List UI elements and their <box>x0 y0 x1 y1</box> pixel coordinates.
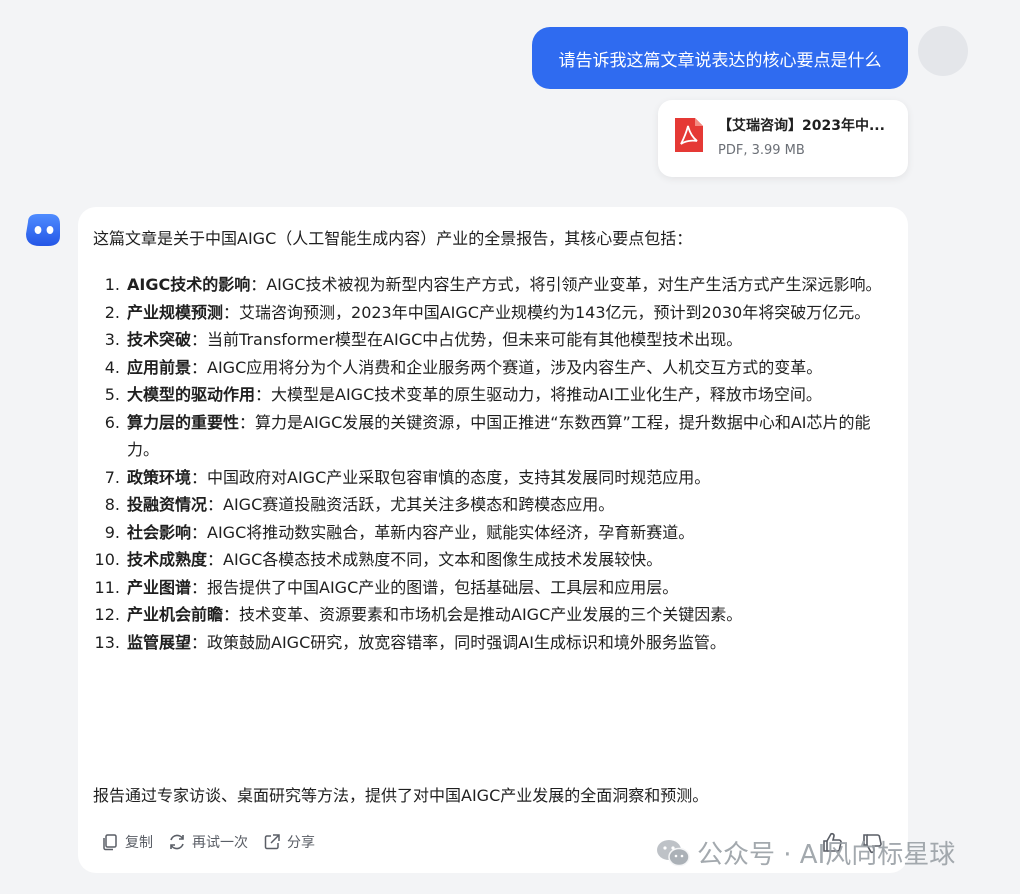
list-item-text: ：中国政府对AIGC产业采取包容审慎的态度，支持其发展同时规范应用。 <box>191 467 711 487</box>
attachment-file-name: 【艾瑞咨询】2023年中... <box>718 118 885 134</box>
answer-list-item: 3. 技术突破：当前Transformer模型在AIGC中占优势，但未来可能有其他… <box>92 326 892 354</box>
answer-list-item: 10. 技术成熟度：AIGC各模态技术成熟度不同，文本和图像生成技术发展较快。 <box>92 546 892 574</box>
list-item-text: ：AIGC技术被视为新型内容生产方式，将引领产业变革，对生产生活方式产生深远影响… <box>250 275 882 294</box>
list-item-keyword: 产业规模预测 <box>127 302 224 322</box>
list-item-keyword: 监管展望 <box>127 632 192 652</box>
list-item-text: ：算力是AIGC发展的关键资源，中国正推进“东数西算”工程，提升数据中心和AI芯… <box>127 412 871 460</box>
answer-list-item: 4. 应用前景：AIGC应用将分为个人消费和企业服务两个赛道，涉及内容生产、人机交… <box>92 354 892 382</box>
user-message-text: 请告诉我这篇文章说表达的核心要点是什么 <box>558 50 882 71</box>
list-item-text: ：艾瑞咨询预测，2023年中国AIGC产业规模约为143亿元，预计到2030年将… <box>223 302 871 322</box>
list-item-keyword: 技术成熟度 <box>127 550 208 569</box>
watermark-text: 公众号 · AI风向标星球 <box>697 840 956 870</box>
watermark: 公众号 · AI风向标星球 <box>655 834 955 871</box>
answer-actions: 复制 再试一次 分享 <box>100 832 315 852</box>
list-item-number: 2. <box>104 302 120 322</box>
list-item-text: ：AIGC应用将分为个人消费和企业服务两个赛道，涉及内容生产、人机交互方式的变革… <box>191 357 823 377</box>
attachment-file-meta: PDF, 3.99 MB <box>718 143 805 158</box>
answer-list-item: 12. 产业机会前瞻：技术变革、资源要素和市场机会是推动AIGC产业发展的三个关键… <box>92 601 892 629</box>
share-label: 分享 <box>287 835 315 851</box>
list-item-text: ：AIGC将推动数实融合，革新内容产业，赋能实体经济，孕育新赛道。 <box>191 522 695 542</box>
list-item-number: 5. <box>104 385 120 404</box>
answer-list-item: 6. 算力层的重要性：算力是AIGC发展的关键资源，中国正推进“东数西算”工程，提… <box>92 409 892 464</box>
list-item-number: 12. <box>94 605 120 624</box>
list-item-text: ：政策鼓励AIGC研究，放宽容错率，同时强调AI生成标识和境外服务监管。 <box>191 632 726 652</box>
answer-list: 1. AIGC技术的影响：AIGC技术被视为新型内容生产方式，将引领产业变革，对生… <box>92 271 892 656</box>
answer-outro: 报告通过专家访谈、桌面研究等方法，提供了对中国AIGC产业发展的全面洞察和预测。 <box>93 786 709 805</box>
list-item-keyword: AIGC技术的影响 <box>127 275 251 294</box>
list-item-number: 4. <box>104 357 120 377</box>
list-item-number: 6. <box>104 412 120 432</box>
user-avatar[interactable] <box>918 26 968 76</box>
answer-list-item: 5. 大模型的驱动作用：大模型是AIGC技术变革的原生驱动力，将推动AI工业化生产… <box>92 381 892 409</box>
list-item-keyword: 产业机会前瞻 <box>127 605 224 624</box>
list-item-text: ：报告提供了中国AIGC产业的图谱，包括基础层、工具层和应用层。 <box>191 577 679 597</box>
answer-list-item: 13. 监管展望：政策鼓励AIGC研究，放宽容错率，同时强调AI生成标识和境外服务… <box>92 629 892 657</box>
list-item-keyword: 算力层的重要性 <box>127 412 240 432</box>
list-item-keyword: 投融资情况 <box>127 495 208 514</box>
wechat-icon <box>657 839 690 866</box>
answer-intro: 这篇文章是关于中国AIGC（人工智能生成内容）产业的全景报告，其核心要点包括： <box>93 229 693 248</box>
list-item-keyword: 政策环境 <box>127 467 192 487</box>
list-item-text: ：当前Transformer模型在AIGC中占优势，但未来可能有其他模型技术出现… <box>191 330 743 349</box>
list-item-number: 1. <box>104 275 120 294</box>
answer-list-item: 7. 政策环境：中国政府对AIGC产业采取包容审慎的态度，支持其发展同时规范应用。 <box>92 464 892 492</box>
answer-list-item: 1. AIGC技术的影响：AIGC技术被视为新型内容生产方式，将引领产业变革，对生… <box>92 271 892 299</box>
retry-button[interactable]: 再试一次 <box>167 832 248 852</box>
list-item-text: ：AIGC各模态技术成熟度不同，文本和图像生成技术发展较快。 <box>207 550 663 569</box>
retry-label: 再试一次 <box>192 835 248 851</box>
list-item-keyword: 应用前景 <box>127 357 192 377</box>
pdf-icon <box>675 118 703 152</box>
list-item-keyword: 大模型的驱动作用 <box>127 385 256 404</box>
answer-list-item: 2. 产业规模预测：艾瑞咨询预测，2023年中国AIGC产业规模约为143亿元，预… <box>92 299 892 327</box>
assistant-answer-card: 这篇文章是关于中国AIGC（人工智能生成内容）产业的全景报告，其核心要点包括： … <box>78 207 908 873</box>
list-item-text: ：大模型是AIGC技术变革的原生驱动力，将推动AI工业化生产，释放市场空间。 <box>255 385 822 404</box>
list-item-number: 13. <box>94 632 120 652</box>
list-item-number: 3. <box>104 330 120 349</box>
list-item-number: 8. <box>104 495 120 514</box>
list-item-text: ：AIGC赛道投融资活跃，尤其关注多模态和跨模态应用。 <box>207 495 615 514</box>
list-item-text: ：技术变革、资源要素和市场机会是推动AIGC产业发展的三个关键因素。 <box>223 605 743 624</box>
answer-list-item: 9. 社会影响：AIGC将推动数实融合，革新内容产业，赋能实体经济，孕育新赛道。 <box>92 519 892 547</box>
attachment-card[interactable]: 【艾瑞咨询】2023年中... PDF, 3.99 MB <box>658 100 908 177</box>
list-item-number: 11. <box>94 577 120 597</box>
list-item-number: 10. <box>94 550 120 569</box>
list-item-number: 9. <box>104 522 120 542</box>
user-message-bubble: 请告诉我这篇文章说表达的核心要点是什么 <box>532 27 908 89</box>
copy-icon <box>103 834 117 851</box>
assistant-avatar <box>26 214 60 246</box>
list-item-keyword: 产业图谱 <box>127 577 192 597</box>
list-item-number: 7. <box>104 467 120 487</box>
list-item-keyword: 技术突破 <box>127 330 192 349</box>
share-button[interactable]: 分享 <box>262 832 315 852</box>
answer-list-item: 8. 投融资情况：AIGC赛道投融资活跃，尤其关注多模态和跨模态应用。 <box>92 491 892 519</box>
copy-label: 复制 <box>125 835 153 851</box>
share-icon <box>264 834 280 850</box>
answer-list-item: 11. 产业图谱：报告提供了中国AIGC产业的图谱，包括基础层、工具层和应用层。 <box>92 574 892 602</box>
list-item-keyword: 社会影响 <box>127 522 192 542</box>
copy-button[interactable]: 复制 <box>100 832 153 852</box>
refresh-icon <box>170 834 184 850</box>
